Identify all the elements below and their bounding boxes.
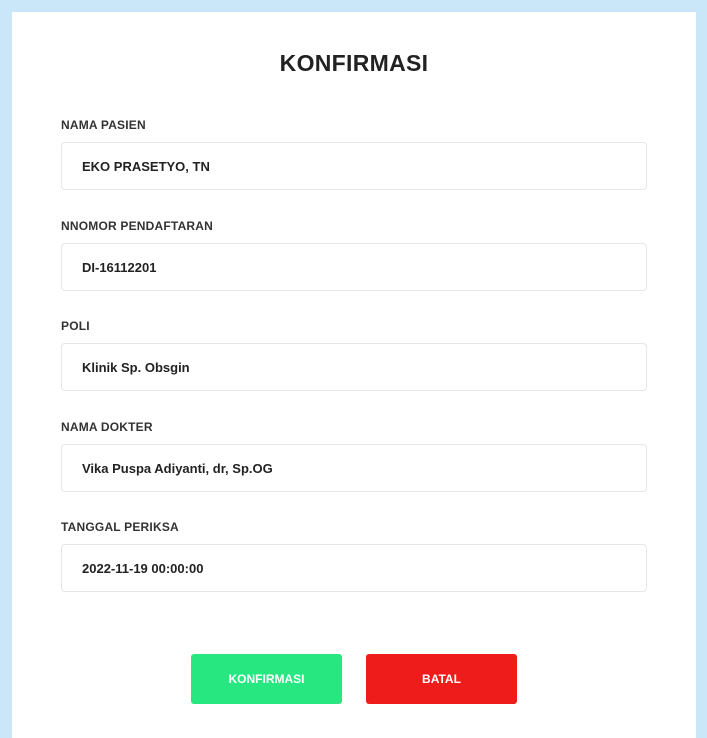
registration-number-group: NNOMOR PENDAFTARAN DI-16112201 (61, 219, 647, 291)
exam-date-field[interactable]: 2022-11-19 00:00:00 (61, 544, 647, 592)
exam-date-value: 2022-11-19 00:00:00 (82, 560, 204, 576)
doctor-name-value: Vika Puspa Adiyanti, dr, Sp.OG (82, 460, 273, 476)
clinic-field[interactable]: Klinik Sp. Obsgin (61, 343, 647, 391)
page-title: KONFIRMASI (279, 50, 429, 76)
doctor-name-group: NAMA DOKTER Vika Puspa Adiyanti, dr, Sp.… (61, 420, 647, 492)
exam-date-group: TANGGAL PERIKSA 2022-11-19 00:00:00 (61, 520, 647, 592)
clinic-label: POLI (61, 319, 90, 333)
patient-name-label: NAMA PASIEN (61, 118, 146, 132)
cancel-button[interactable]: BATAL (366, 654, 517, 704)
confirm-button[interactable]: KONFIRMASI (191, 654, 342, 704)
patient-name-group: NAMA PASIEN EKO PRASETYO, TN (61, 118, 647, 190)
confirmation-card: KONFIRMASI NAMA PASIEN EKO PRASETYO, TN … (12, 12, 696, 738)
clinic-value: Klinik Sp. Obsgin (82, 359, 190, 375)
registration-number-field[interactable]: DI-16112201 (61, 243, 647, 291)
clinic-group: POLI Klinik Sp. Obsgin (61, 319, 647, 391)
registration-number-label: NNOMOR PENDAFTARAN (61, 219, 214, 233)
registration-number-value: DI-16112201 (82, 259, 157, 275)
doctor-name-field[interactable]: Vika Puspa Adiyanti, dr, Sp.OG (61, 444, 647, 492)
patient-name-field[interactable]: EKO PRASETYO, TN (61, 142, 647, 190)
doctor-name-label: NAMA DOKTER (61, 420, 153, 434)
patient-name-value: EKO PRASETYO, TN (82, 158, 210, 174)
exam-date-label: TANGGAL PERIKSA (61, 520, 179, 534)
